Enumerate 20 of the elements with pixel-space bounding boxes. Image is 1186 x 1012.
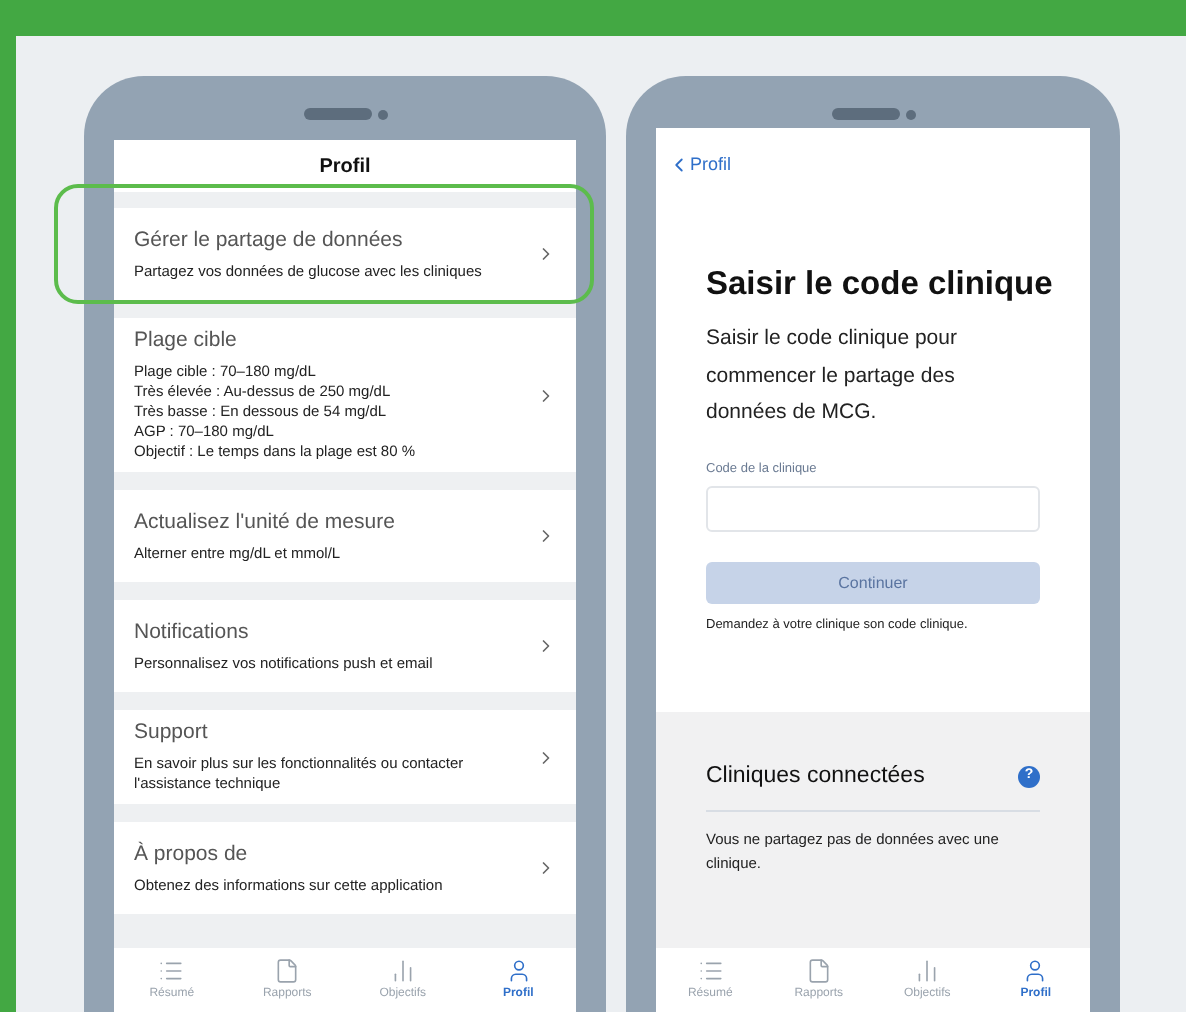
phone-speaker-icon: [831, 108, 915, 120]
person-icon: [505, 958, 532, 984]
item-title: Support: [134, 720, 210, 746]
clinic-code-field[interactable]: [706, 486, 1040, 533]
page-heading: Saisir le code clinique: [706, 264, 1055, 306]
bar-chart-icon: [389, 958, 416, 984]
document-icon: [274, 958, 301, 984]
item-title: Notifications: [134, 619, 251, 645]
document-icon: [805, 958, 832, 984]
item-title: Actualisez l'unité de mesure: [134, 509, 397, 535]
bar-chart-icon: [914, 958, 941, 984]
section-title: Cliniques connectées: [706, 762, 925, 792]
description: Saisir le code clinique pour commencer le partage des données de MCG.: [706, 324, 959, 428]
person-icon: [1022, 958, 1049, 984]
item-title: Plage cible: [134, 328, 239, 354]
screen-title: Profil: [114, 140, 576, 192]
item-title: À propos de: [134, 841, 250, 867]
item-title: Gérer le partage de données: [134, 227, 405, 253]
back-link[interactable]: Profil: [668, 151, 732, 179]
phone-speaker-icon: [303, 108, 387, 120]
